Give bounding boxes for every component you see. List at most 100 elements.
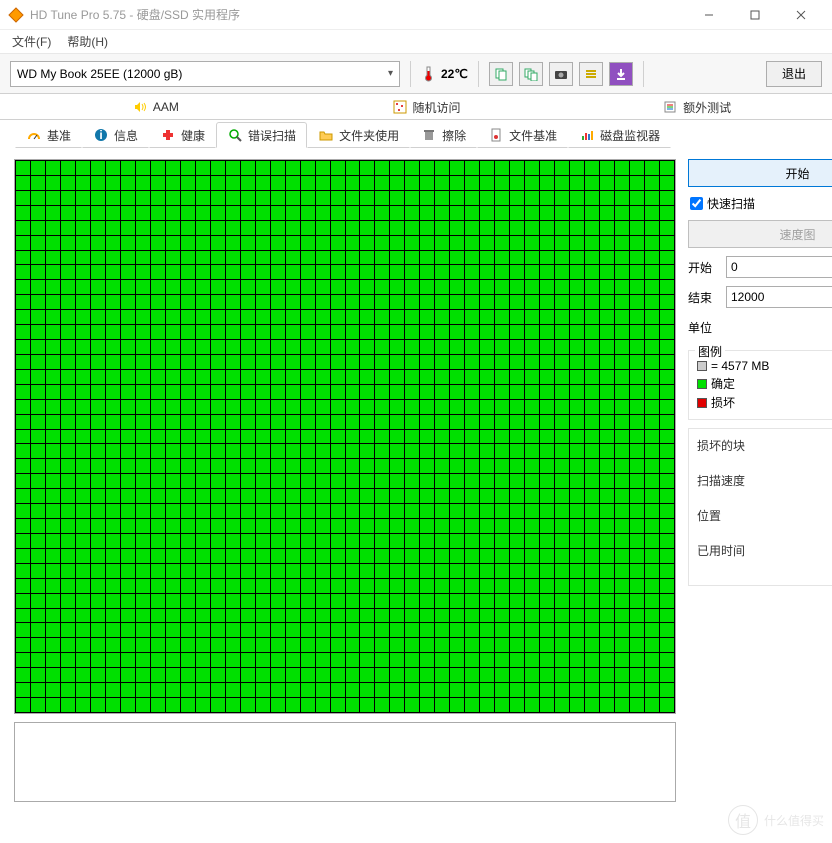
scan-block <box>375 325 389 339</box>
scan-block <box>660 594 674 608</box>
scan-block <box>495 489 509 503</box>
maximize-button[interactable] <box>732 0 778 30</box>
scan-block <box>181 653 195 667</box>
tab-monitor[interactable]: 磁盘监视器 <box>568 122 671 148</box>
scan-block <box>585 280 599 294</box>
scan-block <box>510 519 524 533</box>
scan-block <box>76 206 90 220</box>
scan-block <box>660 549 674 563</box>
scan-block <box>420 609 434 623</box>
scan-block <box>46 221 60 235</box>
scan-block <box>301 474 315 488</box>
scan-block <box>181 325 195 339</box>
exit-button[interactable]: 退出 <box>766 61 822 87</box>
end-label: 结束 <box>688 289 720 306</box>
start-button[interactable]: 开始 <box>688 159 832 187</box>
close-button[interactable] <box>778 0 824 30</box>
scan-block <box>286 519 300 533</box>
scan-block <box>196 415 210 429</box>
scan-block <box>570 638 584 652</box>
scan-block <box>630 221 644 235</box>
scan-block <box>16 698 30 712</box>
scan-block <box>645 534 659 548</box>
scan-block <box>226 653 240 667</box>
scan-block <box>570 295 584 309</box>
scan-block <box>226 668 240 682</box>
tab-benchmark[interactable]: 基准 <box>15 122 82 148</box>
copy-button[interactable] <box>489 62 513 86</box>
tab-info[interactable]: i 信息 <box>82 122 149 148</box>
scan-block <box>301 683 315 697</box>
scan-block <box>585 325 599 339</box>
copy-all-button[interactable] <box>519 62 543 86</box>
start-input[interactable] <box>727 260 832 274</box>
tab-label: 额外测试 <box>683 99 731 116</box>
scan-block <box>61 519 75 533</box>
scan-block <box>286 325 300 339</box>
scan-block <box>480 161 494 175</box>
scan-block <box>76 191 90 205</box>
menu-help[interactable]: 帮助(H) <box>59 33 116 50</box>
scan-block <box>241 415 255 429</box>
titlebar: HD Tune Pro 5.75 - 硬盘/SSD 实用程序 <box>0 0 832 30</box>
options-button[interactable] <box>579 62 603 86</box>
scan-block <box>480 459 494 473</box>
tab-aam[interactable]: AAM <box>20 94 291 120</box>
tab-erase[interactable]: 擦除 <box>410 122 477 148</box>
start-spinner[interactable]: ▲▼ <box>726 256 832 278</box>
scan-block <box>91 489 105 503</box>
save-button[interactable] <box>609 62 633 86</box>
tab-random[interactable]: 随机访问 <box>291 94 562 120</box>
scan-block <box>226 295 240 309</box>
scan-block <box>540 698 554 712</box>
scan-block <box>271 385 285 399</box>
scan-block <box>181 579 195 593</box>
scan-block <box>196 653 210 667</box>
scan-block <box>181 534 195 548</box>
scan-block <box>271 609 285 623</box>
end-spinner[interactable]: ▲▼ <box>726 286 832 308</box>
scan-block <box>196 355 210 369</box>
scan-block <box>645 415 659 429</box>
screenshot-button[interactable] <box>549 62 573 86</box>
tab-extra[interactable]: 额外测试 <box>561 94 832 120</box>
scan-block <box>555 459 569 473</box>
scan-block <box>360 385 374 399</box>
scan-block <box>106 698 120 712</box>
scan-block <box>31 489 45 503</box>
menu-file[interactable]: 文件(F) <box>4 33 59 50</box>
scan-block <box>76 340 90 354</box>
scan-block <box>510 698 524 712</box>
scan-block <box>645 594 659 608</box>
scan-block <box>600 653 614 667</box>
tab-errorscan[interactable]: 错误扫描 <box>216 122 307 148</box>
tab-folder[interactable]: 文件夹使用 <box>307 122 410 148</box>
scan-block <box>390 474 404 488</box>
scan-block <box>211 236 225 250</box>
scan-block <box>645 519 659 533</box>
scan-block <box>241 280 255 294</box>
scan-block <box>510 355 524 369</box>
scan-block <box>211 623 225 637</box>
scan-block <box>46 534 60 548</box>
minimize-button[interactable] <box>686 0 732 30</box>
drive-select[interactable]: WD My Book 25EE (12000 gB) ▾ <box>10 61 400 87</box>
end-input[interactable] <box>727 290 832 304</box>
scan-block <box>405 236 419 250</box>
scan-block <box>555 698 569 712</box>
scan-block <box>660 176 674 190</box>
scan-block <box>91 385 105 399</box>
scan-block <box>331 594 345 608</box>
scan-block <box>405 280 419 294</box>
tab-filebench[interactable]: 文件基准 <box>477 122 568 148</box>
scan-block <box>16 594 30 608</box>
scan-block <box>435 638 449 652</box>
scan-block <box>91 206 105 220</box>
tab-health[interactable]: 健康 <box>149 122 216 148</box>
scan-block <box>151 385 165 399</box>
extra-icon <box>662 99 678 115</box>
scan-block <box>450 176 464 190</box>
scan-block <box>16 609 30 623</box>
scan-block <box>151 310 165 324</box>
quickscan-checkbox[interactable] <box>690 197 703 210</box>
